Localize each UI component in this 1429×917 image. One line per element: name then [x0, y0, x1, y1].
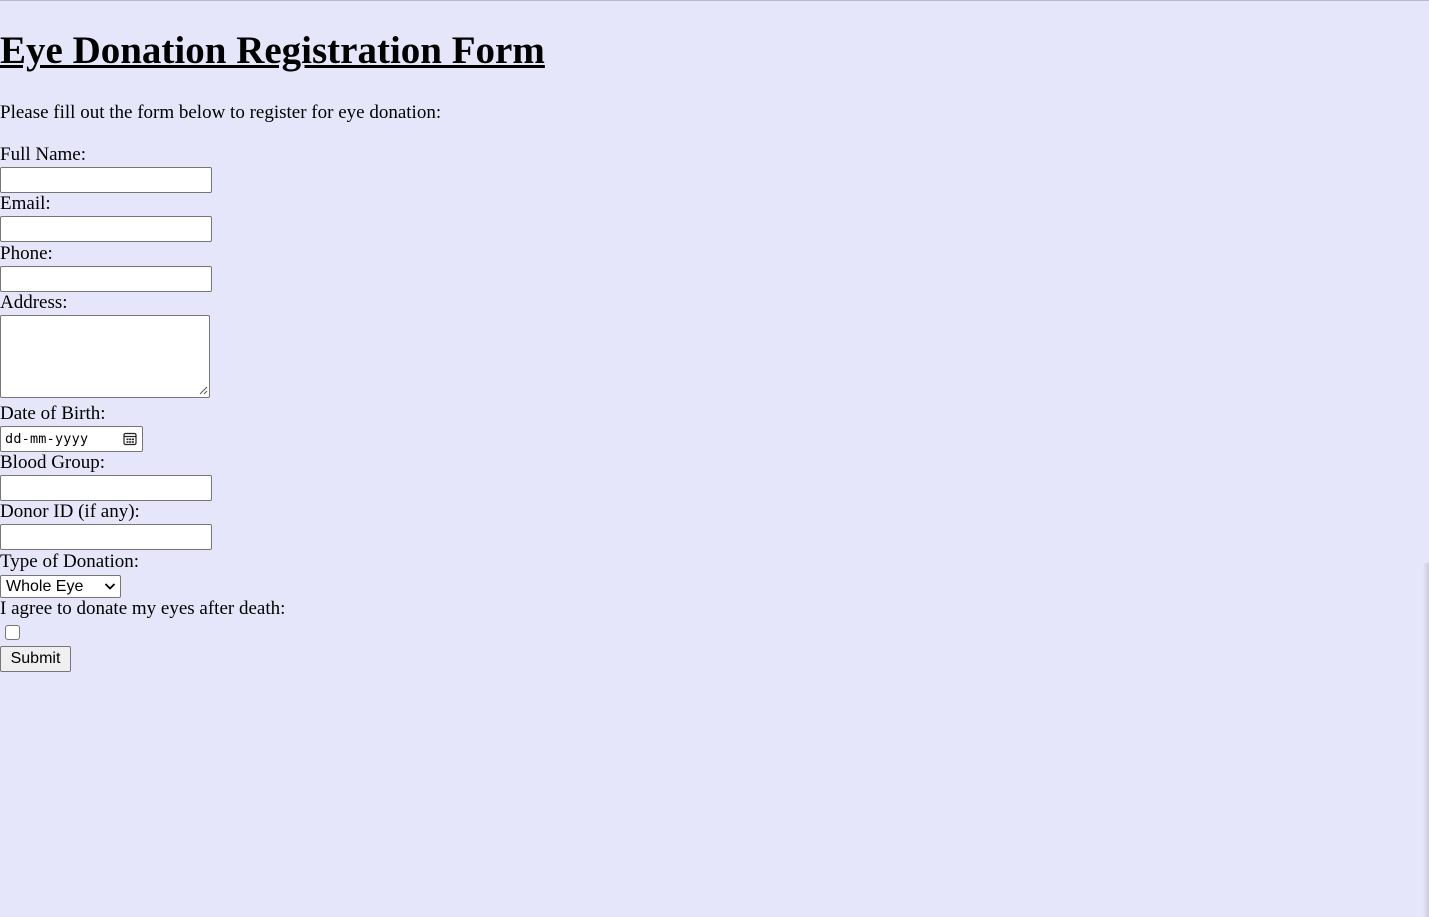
- phone-input[interactable]: [0, 266, 212, 292]
- email-input[interactable]: [0, 216, 212, 242]
- top-border: [0, 0, 1429, 1]
- blood-group-input[interactable]: [0, 475, 212, 501]
- address-label: Address:: [0, 292, 68, 313]
- submit-button[interactable]: Submit: [0, 646, 71, 672]
- consent-checkbox[interactable]: [5, 625, 20, 640]
- dob-placeholder: dd-mm-yyyy: [5, 431, 89, 447]
- window-edge-shadow: [1423, 563, 1429, 917]
- resize-grip-icon[interactable]: [199, 386, 208, 395]
- email-label: Email:: [0, 193, 51, 214]
- form-intro: Please fill out the form below to regist…: [0, 102, 442, 123]
- consent-label: I agree to donate my eyes after death:: [0, 598, 286, 619]
- full-name-input[interactable]: [0, 167, 212, 193]
- blood-group-label: Blood Group:: [0, 452, 106, 473]
- calendar-icon[interactable]: [123, 432, 137, 446]
- phone-label: Phone:: [0, 243, 53, 264]
- donor-id-label: Donor ID (if any):: [0, 501, 140, 522]
- dob-input[interactable]: dd-mm-yyyy: [0, 426, 143, 452]
- address-textarea[interactable]: [0, 315, 210, 398]
- page-title: Eye Donation Registration Form: [0, 29, 545, 72]
- donation-type-selected: Whole Eye: [6, 578, 84, 595]
- dob-label: Date of Birth:: [0, 403, 106, 424]
- donation-type-select[interactable]: Whole Eye: [0, 575, 121, 598]
- full-name-label: Full Name:: [0, 144, 87, 165]
- donor-id-input[interactable]: [0, 524, 212, 550]
- chevron-down-icon: [104, 583, 116, 590]
- donation-type-label: Type of Donation:: [0, 551, 140, 572]
